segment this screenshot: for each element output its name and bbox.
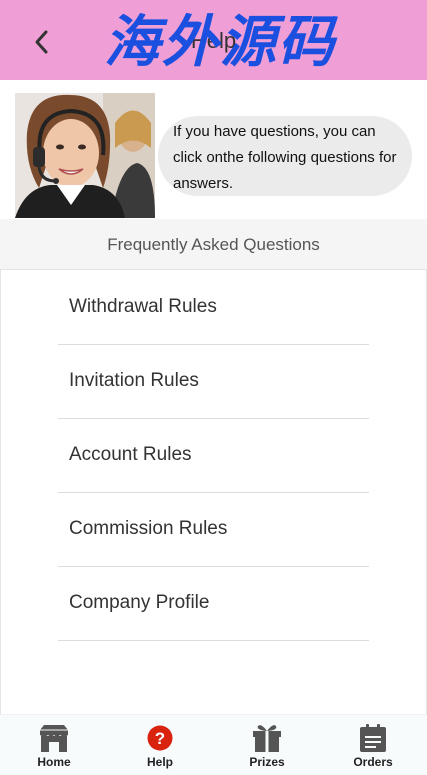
tab-home-label: Home [37,755,71,769]
bottom-tab-bar: Home ? Help Prizes Orders [0,714,427,775]
faq-item-invitation-rules[interactable]: Invitation Rules [58,345,369,419]
tab-prizes-label: Prizes [249,755,285,769]
faq-item-account-rules[interactable]: Account Rules [58,419,369,493]
tab-help[interactable]: ? Help [110,715,210,775]
faq-item-withdrawal-rules[interactable]: Withdrawal Rules [58,271,369,345]
faq-heading: Frequently Asked Questions [0,219,427,270]
faq-item-commission-rules[interactable]: Commission Rules [58,493,369,567]
tab-home[interactable]: Home [4,715,104,775]
watermark-text: 海外源码 [104,9,336,75]
gift-icon [253,725,281,752]
store-icon [40,725,68,752]
intro-message: If you have questions, you can click ont… [158,116,412,196]
svg-text:?: ? [155,729,165,748]
faq-list: Withdrawal Rules Invitation Rules Accoun… [58,271,369,641]
tab-orders[interactable]: Orders [323,715,423,775]
tab-prizes[interactable]: Prizes [217,715,317,775]
question-circle-icon: ? [147,725,173,751]
clipboard-icon [360,724,386,752]
tab-help-label: Help [146,755,173,769]
header-bar: Help 海外源码 [0,0,427,80]
tab-orders-label: Orders [353,755,393,769]
faq-item-company-profile[interactable]: Company Profile [58,567,369,641]
support-avatar [15,93,155,218]
